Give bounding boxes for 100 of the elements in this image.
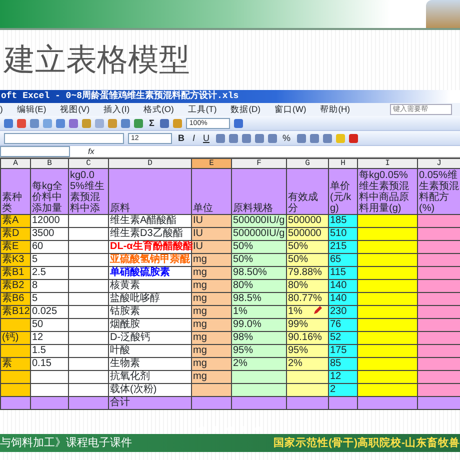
column-header: 原料	[108, 168, 192, 214]
table-cell: 500000	[286, 214, 328, 228]
table-cell: 素D	[0, 228, 30, 240]
table-cell: 维生素D3乙酸酯	[108, 228, 192, 240]
font-name-field[interactable]	[4, 132, 124, 144]
table-cell: 3500	[30, 228, 68, 240]
table-cell: 50%	[286, 254, 328, 266]
format-button[interactable]: B	[176, 132, 186, 144]
table-cell: 2%	[232, 358, 286, 370]
menu-item[interactable]: 工具(T)	[188, 103, 217, 116]
table-cell: 12	[30, 332, 68, 344]
table-cell: mg	[192, 254, 232, 266]
column-letter[interactable]: I	[358, 158, 418, 168]
table-cell: 钴胺素	[108, 306, 192, 318]
table-cell: mg	[192, 332, 232, 344]
column-header: 单价(元/kg)	[328, 168, 358, 214]
table-cell: 亚硫酸氢钠甲萘醌	[108, 254, 192, 266]
menu-item[interactable]: )	[0, 103, 3, 116]
column-header: 素种类	[0, 168, 30, 214]
table-cell: 盐酸吡哆醇	[108, 292, 192, 306]
footer-school-text: 国家示范性(骨干)高职院校-山东畜牧兽	[274, 436, 460, 451]
table-cell: 98%	[232, 332, 286, 344]
column-header: 原料规格	[232, 168, 286, 214]
menu-item[interactable]: 插入(I)	[104, 103, 130, 116]
column-letter[interactable]: F	[232, 158, 286, 168]
column-header: 0.05%维生素预混料配方(%)	[418, 168, 460, 214]
slide-title: 建立表格模型	[2, 41, 191, 79]
column-letter[interactable]: G	[286, 158, 328, 168]
table-cell: 素B2	[0, 280, 30, 292]
table-cell: 叶酸	[108, 344, 192, 358]
column-header: 有效成分	[286, 168, 328, 214]
column-letter[interactable]: B	[30, 158, 68, 168]
function-button[interactable]: fx	[86, 146, 96, 157]
table-cell: 抗氧化剂	[108, 370, 192, 384]
table-cell: 98.5%	[232, 292, 286, 306]
table-cell: 80%	[232, 280, 286, 292]
autosum-button[interactable]: Σ	[147, 118, 156, 128]
table-cell: 500000IU/g	[232, 214, 286, 228]
column-letter[interactable]: D	[108, 158, 192, 168]
column-header: 每kg全价料中添加量	[30, 168, 68, 214]
table-cell: 95%	[286, 344, 328, 358]
table-cell: 5	[30, 292, 68, 306]
table-cell: 1.5	[30, 344, 68, 358]
column-letter[interactable]: E	[192, 158, 232, 168]
table-cell: mg	[192, 292, 232, 306]
table-cell: mg	[192, 280, 232, 292]
table-cell: 素K3	[0, 254, 30, 266]
table-cell: 50%	[286, 240, 328, 254]
menu-item[interactable]: 视图(V)	[60, 103, 90, 116]
table-cell: 2.5	[30, 266, 68, 280]
table-cell: 80%	[286, 280, 328, 292]
format-button[interactable]: I	[190, 132, 198, 144]
table-cell: mg	[192, 266, 232, 280]
percent-button[interactable]: %	[280, 132, 293, 144]
table-cell: mg	[192, 370, 232, 384]
table-cell: mg	[192, 306, 232, 318]
table-cell: 合计	[108, 396, 192, 410]
table-cell: IU	[192, 228, 232, 240]
table-cell: mg	[192, 344, 232, 358]
table-cell: 500000	[286, 228, 328, 240]
format-button[interactable]: U	[201, 132, 212, 144]
table-cell: 素B1	[0, 266, 30, 280]
table-cell: IU	[192, 214, 232, 228]
table-cell: 0.025	[30, 306, 68, 318]
menu-item[interactable]: 数据(D)	[230, 103, 261, 116]
table-cell: 素B6	[0, 292, 30, 306]
table-cell: 5	[30, 254, 68, 266]
table-cell: 50%	[232, 254, 286, 266]
table-cell: 素A	[0, 214, 30, 228]
table-cell: 烟酰胺	[108, 318, 192, 332]
column-header: kg0.05%维生素预混料中添	[68, 168, 108, 214]
table-cell: 60	[30, 240, 68, 254]
table-cell: 0.15	[30, 358, 68, 370]
table-cell: 50%	[232, 240, 286, 254]
table-cell: (钙)	[0, 332, 30, 344]
footer-course-text: 与饲料加工》课程电子课件	[0, 436, 132, 451]
column-header: 每kg0.05%维生素预混料中商品原料用量(g)	[358, 168, 418, 214]
column-letter[interactable]: A	[0, 158, 30, 168]
name-box-field[interactable]	[0, 146, 70, 157]
table-cell: 80.77%	[286, 292, 328, 306]
table-cell: 8	[30, 280, 68, 292]
table-cell: mg	[192, 358, 232, 370]
table-cell: 95%	[232, 344, 286, 358]
table-cell: 1%	[232, 306, 286, 318]
menu-item[interactable]: 窗口(W)	[274, 103, 306, 116]
table-cell: 素B12	[0, 306, 30, 318]
table-cell: 99%	[286, 318, 328, 332]
table-cell: 生物素	[108, 358, 192, 370]
column-letter[interactable]: J	[418, 158, 460, 168]
table-cell: 单硝酸硫胺素	[108, 266, 192, 280]
column-letter[interactable]: H	[328, 158, 358, 168]
table-cell: 素E	[0, 240, 30, 254]
column-letter[interactable]: C	[68, 158, 108, 168]
menu-item[interactable]: 格式(O)	[144, 103, 174, 116]
menu-item[interactable]: 帮助(H)	[320, 103, 350, 116]
menu-item[interactable]: 编辑(E)	[16, 103, 46, 116]
table-cell: mg	[192, 318, 232, 332]
table-cell: 98.50%	[232, 266, 286, 280]
table-cell: 核黄素	[108, 280, 192, 292]
table-cell: 2%	[286, 358, 328, 370]
